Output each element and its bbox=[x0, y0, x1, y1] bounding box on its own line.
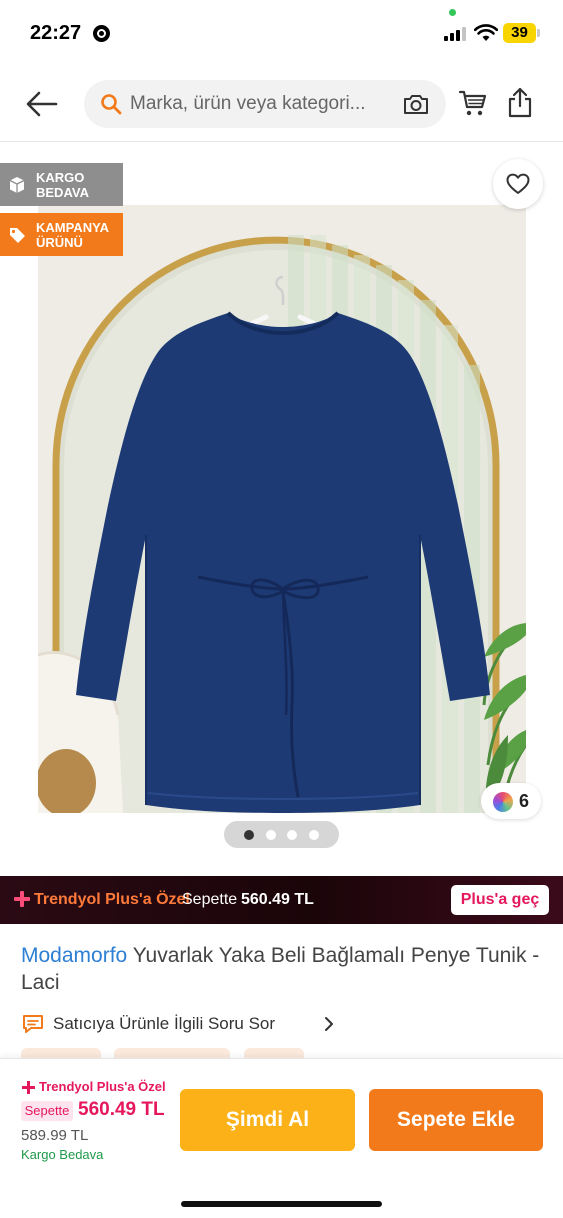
product-photo[interactable] bbox=[38, 205, 526, 813]
plus-banner-price-label: Sepette bbox=[182, 891, 238, 908]
camera-indicator-dot bbox=[449, 9, 456, 16]
regular-price: 589.99 TL bbox=[21, 1127, 89, 1144]
share-icon[interactable] bbox=[506, 86, 534, 118]
color-count: 6 bbox=[519, 791, 530, 811]
buy-now-button[interactable]: Şimdi Al bbox=[180, 1089, 355, 1151]
pager-dot-2[interactable] bbox=[265, 829, 276, 840]
search-bar[interactable] bbox=[84, 80, 446, 128]
plus-cross-icon bbox=[14, 891, 30, 907]
plus-price: 560.49 TL bbox=[78, 1099, 165, 1120]
campaign-label: KAMPANYA ÜRÜNÜ bbox=[36, 219, 109, 250]
in-cart-label: Sepette bbox=[21, 1101, 73, 1121]
pager-dot-3[interactable] bbox=[287, 829, 298, 840]
wifi-icon bbox=[474, 24, 498, 41]
cart-icon[interactable] bbox=[458, 88, 488, 118]
plus-banner-price: 560.49 TL bbox=[241, 891, 314, 908]
pager-dot-4[interactable] bbox=[309, 829, 320, 840]
top-header bbox=[0, 70, 563, 142]
free-shipping-label: KARGO BEDAVA bbox=[36, 169, 89, 200]
product-title: Modamorfo Yuvarlak Yaka Beli Bağlamalı P… bbox=[21, 942, 545, 996]
free-shipping-badge: KARGO BEDAVA bbox=[0, 163, 123, 206]
home-indicator[interactable] bbox=[181, 1201, 382, 1207]
bottom-purchase-bar: Trendyol Plus'a Özel Sepette 560.49 TL 5… bbox=[0, 1058, 563, 1218]
free-shipping-text: Kargo Bedava bbox=[21, 1147, 104, 1162]
status-bar: 22:27 39 bbox=[0, 0, 563, 62]
chat-bubble-icon bbox=[23, 1015, 43, 1033]
add-to-cart-button[interactable]: Sepete Ekle bbox=[369, 1089, 543, 1151]
color-options-button[interactable]: 6 bbox=[481, 783, 541, 819]
heart-icon bbox=[506, 173, 530, 194]
ask-seller-label: Satıcıya Ürünle İlgili Soru Sor bbox=[53, 1014, 276, 1033]
status-time: 22:27 bbox=[30, 22, 82, 44]
search-icon bbox=[101, 94, 122, 115]
brand-link[interactable]: Modamorfo bbox=[21, 944, 127, 967]
favorite-button[interactable] bbox=[493, 159, 543, 209]
image-pager[interactable] bbox=[224, 821, 339, 848]
battery-tip bbox=[537, 29, 540, 37]
ask-seller-link[interactable]: Satıcıya Ürünle İlgili Soru Sor bbox=[21, 1010, 421, 1038]
campaign-badge: KAMPANYA ÜRÜNÜ bbox=[0, 213, 123, 256]
camera-search-icon[interactable] bbox=[402, 92, 430, 116]
color-palette-icon bbox=[493, 792, 513, 812]
product-gallery[interactable]: KARGO BEDAVA KAMPANYA ÜRÜNÜ 6 bbox=[0, 143, 563, 870]
plus-banner[interactable]: Trendyol Plus'a Özel Sepette 560.49 TL P… bbox=[0, 876, 563, 924]
plus-banner-title: Trendyol Plus'a Özel bbox=[34, 891, 190, 908]
back-arrow-icon[interactable] bbox=[24, 88, 60, 120]
location-icon bbox=[93, 25, 110, 42]
box-icon bbox=[9, 176, 25, 193]
tag-icon bbox=[10, 227, 25, 243]
product-photo-illustration bbox=[38, 205, 526, 813]
plus-upgrade-button[interactable]: Plus'a geç bbox=[451, 885, 549, 915]
chevron-right-icon bbox=[325, 1017, 333, 1031]
pager-dot-1[interactable] bbox=[243, 829, 254, 840]
cellular-signal-icon bbox=[444, 27, 468, 41]
plus-cross-icon bbox=[22, 1081, 35, 1094]
battery-icon: 39 bbox=[503, 23, 536, 43]
search-input[interactable] bbox=[130, 80, 398, 128]
plus-offer-title: Trendyol Plus'a Özel bbox=[39, 1079, 166, 1094]
